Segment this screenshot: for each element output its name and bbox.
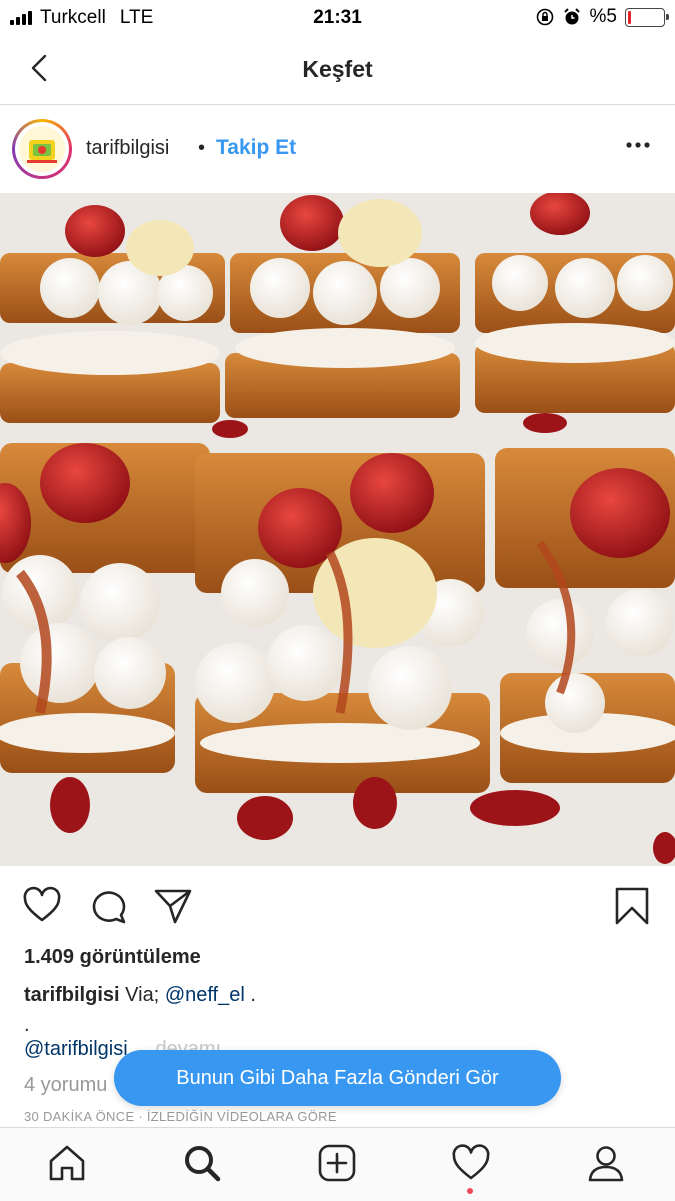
post-photo[interactable] (0, 193, 675, 866)
orientation-lock-icon (536, 8, 553, 26)
post-actions (0, 866, 675, 946)
heart-icon[interactable] (22, 886, 62, 926)
caption-mention[interactable]: @neff_el (165, 984, 245, 1006)
view-count[interactable]: 1.409 görüntüleme (24, 946, 201, 969)
tab-bar (0, 1127, 675, 1201)
search-icon[interactable] (182, 1143, 222, 1183)
home-icon[interactable] (47, 1143, 87, 1183)
battery-percent: %5 (589, 6, 617, 27)
activity-heart-icon[interactable] (451, 1143, 491, 1183)
notification-dot (467, 1188, 473, 1194)
caption: tarifbilgisi Via; @neff_el . (24, 984, 256, 1007)
caption-mention-2[interactable]: @tarifbilgisi (24, 1038, 128, 1060)
dessert-photo-illustration (0, 193, 675, 866)
caption-text: Via; (125, 984, 160, 1006)
post-timestamp: 30 DAKİKA ÖNCE · İZLEDİĞİN VİDEOLARA GÖR… (24, 1109, 337, 1124)
battery-icon (625, 7, 669, 27)
caption-end: . (250, 984, 256, 1006)
more-options-icon[interactable] (625, 141, 651, 149)
separator-dot: • (198, 137, 206, 159)
profile-icon[interactable] (586, 1143, 626, 1183)
page-title: Keşfet (302, 56, 373, 82)
battery-fill (628, 10, 631, 24)
alarm-icon (563, 8, 580, 25)
post-username[interactable]: tarifbilgisi (86, 137, 169, 160)
status-bar: Turkcell LTE 21:31 %5 (0, 0, 675, 36)
caption-dot: . (24, 1014, 30, 1036)
status-right: %5 (536, 6, 669, 28)
view-comments-link[interactable]: 4 yorumu (24, 1074, 107, 1097)
post-header: tarifbilgisi • Takip Et (0, 105, 675, 193)
follow-button[interactable]: Takip Et (216, 136, 296, 160)
comment-icon[interactable] (88, 886, 128, 926)
caption-username[interactable]: tarifbilgisi (24, 984, 120, 1006)
brand-logo-icon (19, 126, 65, 172)
add-post-icon[interactable] (317, 1143, 357, 1183)
see-more-posts-button[interactable]: Bunun Gibi Daha Fazla Gönderi Gör (114, 1050, 561, 1106)
avatar[interactable] (12, 119, 72, 179)
bookmark-icon[interactable] (612, 886, 652, 926)
paper-plane-icon[interactable] (153, 886, 193, 926)
navigation-header: Keşfet (0, 36, 675, 105)
